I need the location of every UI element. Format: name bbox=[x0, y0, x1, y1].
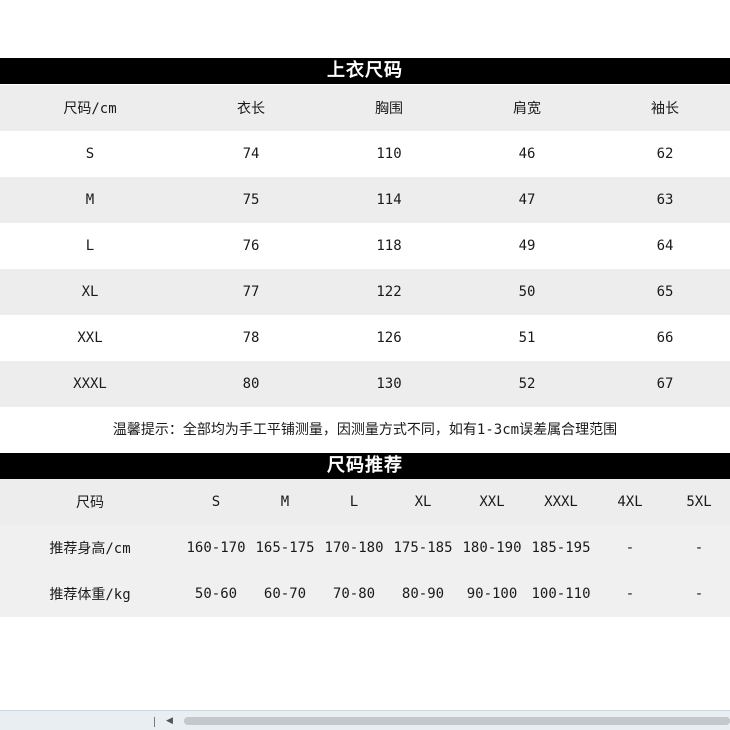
top-table-cell: 80 bbox=[242, 376, 260, 392]
top-table-header-cell: 肩宽 bbox=[513, 101, 541, 117]
top-table-cell: XL bbox=[81, 284, 99, 300]
top-table-cell: L bbox=[85, 238, 95, 254]
size-table-cell: 175-185 bbox=[393, 540, 453, 556]
size-table-cell: - bbox=[694, 586, 704, 602]
size-table-cell: 90-100 bbox=[466, 586, 518, 602]
size-recommend-title: 尺码推荐 bbox=[0, 453, 730, 479]
top-table-cell: 47 bbox=[518, 192, 536, 208]
top-table-cell: XXXL bbox=[73, 376, 107, 392]
size-table-cell: - bbox=[694, 540, 704, 556]
top-table-cell: 126 bbox=[376, 330, 402, 346]
size-table-cell: 80-90 bbox=[401, 586, 445, 602]
top-table-header-row: 尺码/cm 衣长 胸围 肩宽 袖长 bbox=[0, 85, 730, 131]
top-table-header-cell: 尺码/cm bbox=[63, 101, 117, 117]
top-table-cell: 110 bbox=[376, 146, 402, 162]
top-table-cell: 118 bbox=[376, 238, 402, 254]
scroll-left-icon[interactable]: ◀ bbox=[166, 714, 173, 728]
size-table-cell: 180-190 bbox=[462, 540, 522, 556]
horizontal-scrollbar[interactable]: ◀ bbox=[0, 710, 730, 730]
size-table-header-cell: 尺码 bbox=[76, 495, 104, 511]
size-table-cell: 推荐体重/kg bbox=[49, 587, 131, 603]
size-table-header-cell: XL bbox=[414, 494, 432, 510]
top-table-cell: 66 bbox=[656, 330, 674, 346]
top-table-cell: 64 bbox=[656, 238, 674, 254]
top-table-cell: 67 bbox=[656, 376, 674, 392]
scrollbar-thumb[interactable] bbox=[184, 717, 730, 725]
size-table-header-cell: XXXL bbox=[544, 494, 578, 510]
top-table-row: XL 77 122 50 65 bbox=[0, 269, 730, 315]
top-table-header-cell: 袖长 bbox=[651, 101, 679, 117]
top-table-row: XXXL 80 130 52 67 bbox=[0, 361, 730, 407]
top-table-cell: 65 bbox=[656, 284, 674, 300]
size-table-cell: 50-60 bbox=[194, 586, 238, 602]
page: 上衣尺码 尺码/cm 衣长 胸围 肩宽 袖长 S 74 110 46 62 M 75 114 47 63 L 7… bbox=[0, 0, 730, 730]
top-table-cell: 46 bbox=[518, 146, 536, 162]
top-table-cell: XXL bbox=[77, 330, 103, 346]
top-table-cell: 114 bbox=[376, 192, 402, 208]
top-table-row: M 75 114 47 63 bbox=[0, 177, 730, 223]
top-table-cell: 130 bbox=[376, 376, 402, 392]
top-table-cell: 51 bbox=[518, 330, 536, 346]
size-table-header-cell: XXL bbox=[479, 494, 505, 510]
top-table-cell: 49 bbox=[518, 238, 536, 254]
top-table-cell: M bbox=[85, 192, 95, 208]
top-table-cell: 52 bbox=[518, 376, 536, 392]
top-table-cell: 78 bbox=[242, 330, 260, 346]
top-table-header-cell: 衣长 bbox=[237, 101, 265, 117]
top-table-row: L 76 118 49 64 bbox=[0, 223, 730, 269]
size-table-row: 推荐身高/cm 160-170 165-175 170-180 175-185 180-1… bbox=[0, 525, 730, 571]
measurement-note: 温馨提示：全部均为手工平铺测量，因测量方式不同，如有1-3cm误差属合理范围 bbox=[112, 422, 618, 438]
top-table-cell: 75 bbox=[242, 192, 260, 208]
top-table-cell: 62 bbox=[656, 146, 674, 162]
scrollbar-divider bbox=[154, 717, 155, 727]
size-table-cell: 70-80 bbox=[332, 586, 376, 602]
top-table-cell: 77 bbox=[242, 284, 260, 300]
top-table-cell: 122 bbox=[376, 284, 402, 300]
size-table-header-cell: M bbox=[280, 494, 290, 510]
size-table-cell: 100-110 bbox=[531, 586, 591, 602]
size-table-cell: 60-70 bbox=[263, 586, 307, 602]
size-table-header-row: 尺码 S M L XL XXL XXXL 4XL 5XL bbox=[0, 479, 730, 525]
size-table-header-cell: L bbox=[349, 494, 359, 510]
size-table-cell: - bbox=[625, 586, 635, 602]
size-table-header-cell: 5XL bbox=[686, 494, 712, 510]
top-table-row: XXL 78 126 51 66 bbox=[0, 315, 730, 361]
size-table-cell: 160-170 bbox=[186, 540, 246, 556]
size-table-header-cell: S bbox=[211, 494, 221, 510]
top-table-cell: 50 bbox=[518, 284, 536, 300]
size-table-cell: 185-195 bbox=[531, 540, 591, 556]
top-table-header-cell: 胸围 bbox=[375, 101, 403, 117]
top-table-row: S 74 110 46 62 bbox=[0, 131, 730, 177]
size-table-row: 推荐体重/kg 50-60 60-70 70-80 80-90 90-100 100-110… bbox=[0, 571, 730, 617]
top-table-title: 上衣尺码 bbox=[0, 58, 730, 84]
top-table-cell: 74 bbox=[242, 146, 260, 162]
size-table-cell: 170-180 bbox=[324, 540, 384, 556]
top-table-cell: S bbox=[85, 146, 95, 162]
top-table-cell: 76 bbox=[242, 238, 260, 254]
size-table-cell: 推荐身高/cm bbox=[49, 541, 131, 557]
size-table-cell: - bbox=[625, 540, 635, 556]
size-table-cell: 165-175 bbox=[255, 540, 315, 556]
size-table-header-cell: 4XL bbox=[617, 494, 643, 510]
top-table-cell: 63 bbox=[656, 192, 674, 208]
